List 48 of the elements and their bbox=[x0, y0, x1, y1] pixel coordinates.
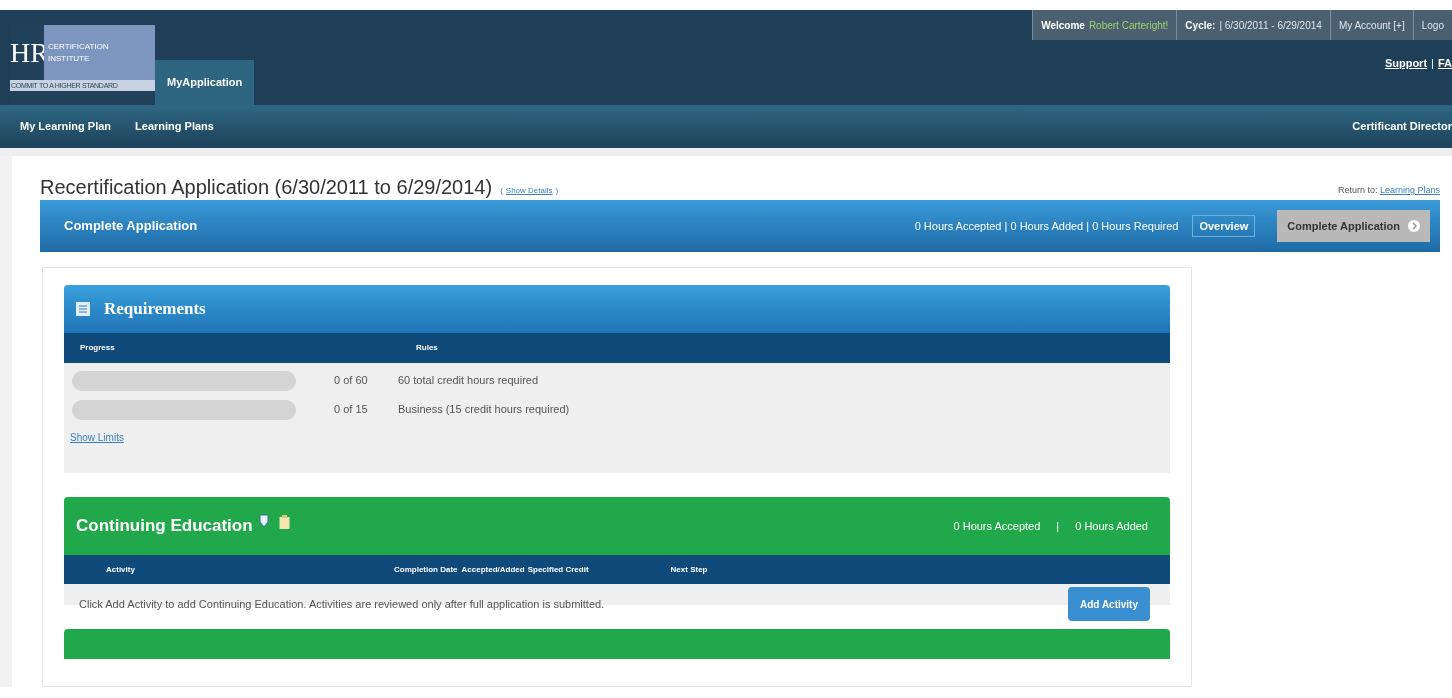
progress-count: 0 of 60 bbox=[334, 373, 369, 389]
column-header: Progress bbox=[79, 342, 116, 354]
column-header: Completion Date bbox=[394, 563, 458, 576]
column-header: Accepted/Added bbox=[460, 563, 525, 576]
top-bar-label: Cycle: bbox=[1185, 18, 1216, 33]
list-icon bbox=[76, 302, 90, 316]
empty-message: Click Add Activity to add Continuing Education. Activities are reviewed only after full application is submitted. bbox=[79, 596, 605, 612]
link-separator: | bbox=[1431, 56, 1434, 71]
nav-link[interactable]: Certificant Director bbox=[1352, 118, 1452, 135]
shield-icon bbox=[258, 514, 269, 528]
cycle-dates: | 6/30/2011 - 6/29/2014 bbox=[1219, 18, 1322, 33]
hours-summary: 0 Hours Accepted bbox=[953, 518, 1041, 534]
nav-link[interactable]: My Learning Plan bbox=[20, 118, 112, 135]
complete-application-button[interactable]: Complete Application bbox=[1277, 210, 1430, 242]
return-label: Return to: bbox=[1337, 184, 1378, 195]
hours-summary: 0 Hours Accepted | 0 Hours Added | 0 Hours Required bbox=[914, 218, 1179, 234]
nav-link[interactable]: Learning Plans bbox=[135, 118, 214, 135]
show-limits-link[interactable]: Show Limits bbox=[70, 430, 1170, 445]
return-link[interactable]: Learning Plans bbox=[1379, 184, 1440, 195]
top-bar-link[interactable]: Logo bbox=[1421, 17, 1444, 33]
column-header: Activity bbox=[105, 563, 136, 576]
user-name: Robert Carteright! bbox=[1088, 18, 1169, 33]
progress-count: 0 of 15 bbox=[334, 402, 369, 418]
clipboard-icon bbox=[278, 515, 290, 529]
top-bar-label: Welcome bbox=[1041, 18, 1085, 33]
overview-button[interactable]: Overview bbox=[1192, 214, 1256, 238]
show-details-link[interactable]: Show Details bbox=[505, 185, 553, 197]
bracket: ) bbox=[555, 185, 559, 197]
add-activity-button[interactable]: Add Activity bbox=[1068, 587, 1150, 621]
nav-tab[interactable]: MyApplication bbox=[155, 60, 255, 105]
logo-text: INSTITUTE bbox=[48, 52, 91, 65]
header-link[interactable]: Support bbox=[1384, 55, 1428, 72]
page-title: Recertification Application (6/30/2011 to 6/29/2014) bbox=[40, 177, 493, 197]
column-header: Specified Credit bbox=[526, 563, 589, 576]
hours-summary: 0 Hours Added bbox=[1075, 518, 1148, 534]
column-header: Next Step bbox=[670, 563, 708, 576]
summary-separator: | bbox=[1056, 518, 1060, 534]
logo-text: CERTIFICATION bbox=[48, 40, 110, 53]
top-bar-link[interactable]: My Account [+] bbox=[1338, 17, 1405, 33]
column-header: Rules bbox=[416, 342, 438, 354]
panel-title: Requirements bbox=[104, 298, 206, 321]
panel-title: Continuing Education bbox=[76, 515, 253, 538]
bracket: ( bbox=[500, 185, 503, 197]
rule-text: Business (15 credit hours required) bbox=[398, 402, 570, 418]
rule-text: 60 total credit hours required bbox=[398, 373, 539, 389]
header-link[interactable]: FA bbox=[1437, 55, 1452, 72]
application-title: Complete Application bbox=[64, 217, 198, 236]
arrow-circle-icon bbox=[1408, 220, 1420, 232]
